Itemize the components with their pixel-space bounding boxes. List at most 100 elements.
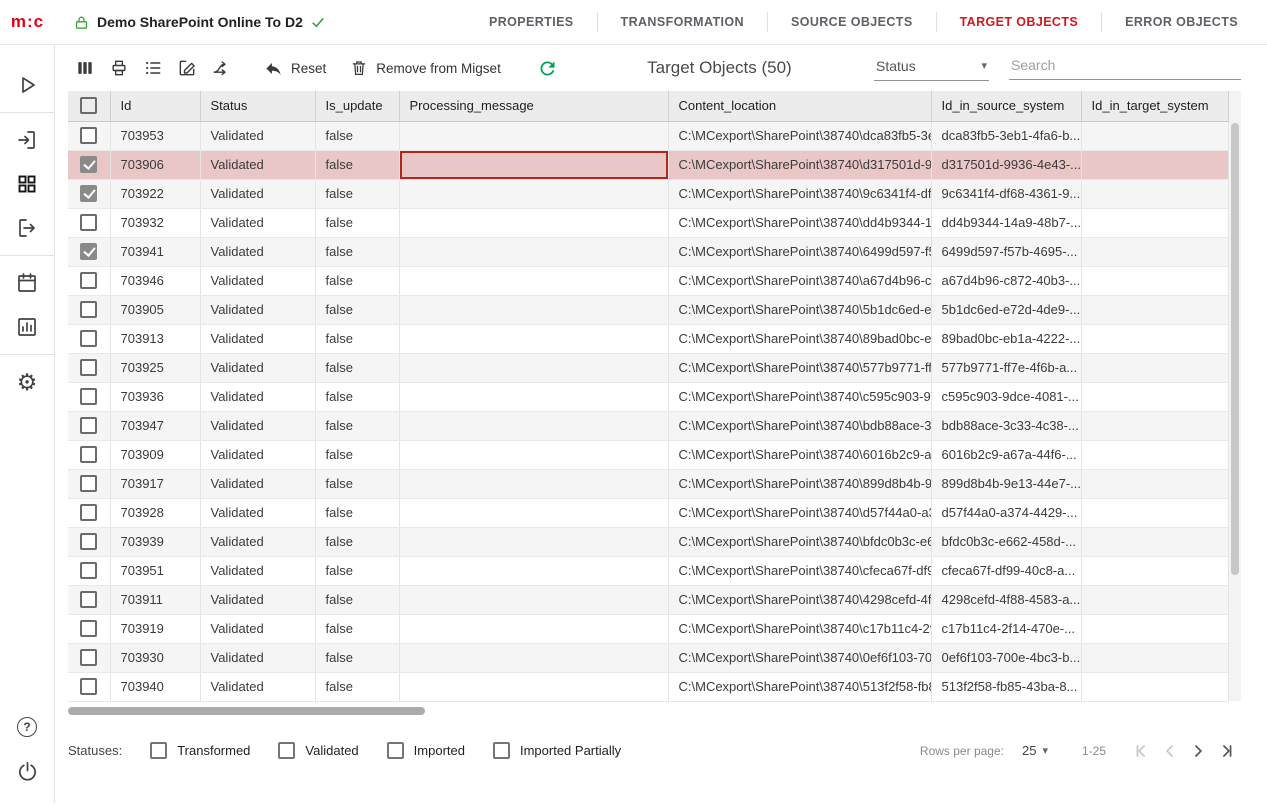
tab-target-objects[interactable]: TARGET OBJECTS <box>937 0 1102 44</box>
status-filter-imported-partially[interactable]: Imported Partially <box>493 742 621 759</box>
col-header-id-in-source-system[interactable]: Id_in_source_system <box>931 91 1081 121</box>
row-checkbox[interactable] <box>80 359 97 376</box>
table-row[interactable]: 703947 Validated false C:\MCexport\Share… <box>68 411 1228 440</box>
remove-from-migset-button[interactable]: Remove from Migset <box>338 59 513 77</box>
tab-properties[interactable]: PROPERTIES <box>466 0 597 44</box>
row-checkbox[interactable] <box>80 272 97 289</box>
cell-content-location: C:\MCexport\SharePoint\38740\cfeca67f-df… <box>668 556 931 585</box>
status-filter-checkbox[interactable] <box>150 742 167 759</box>
cell-id-in-target-system <box>1081 179 1228 208</box>
vertical-scrollbar-thumb[interactable] <box>1231 123 1239 575</box>
table-row[interactable]: 703911 Validated false C:\MCexport\Share… <box>68 585 1228 614</box>
tab-source-objects[interactable]: SOURCE OBJECTS <box>768 0 936 44</box>
table-row[interactable]: 703917 Validated false C:\MCexport\Share… <box>68 469 1228 498</box>
settings-icon[interactable]: ⚙ <box>0 360 54 404</box>
row-checkbox[interactable] <box>80 649 97 666</box>
status-filter-validated[interactable]: Validated <box>278 742 358 759</box>
rows-per-page-select[interactable]: 25 ▾ <box>1022 743 1048 758</box>
list-icon[interactable] <box>136 51 170 85</box>
row-checkbox[interactable] <box>80 533 97 550</box>
cell-content-location: C:\MCexport\SharePoint\38740\c595c903-9d… <box>668 382 931 411</box>
col-header-status[interactable]: Status <box>200 91 315 121</box>
help-icon[interactable]: ? <box>0 705 54 749</box>
branch-icon[interactable] <box>204 51 238 85</box>
tab-error-objects[interactable]: ERROR OBJECTS <box>1102 0 1261 44</box>
table-row[interactable]: 703936 Validated false C:\MCexport\Share… <box>68 382 1228 411</box>
row-checkbox[interactable] <box>80 156 97 173</box>
status-filter-transformed[interactable]: Transformed <box>150 742 250 759</box>
status-filter-checkbox[interactable] <box>387 742 404 759</box>
row-checkbox[interactable] <box>80 417 97 434</box>
sidebar-divider <box>0 255 54 256</box>
table-row[interactable]: 703922 Validated false C:\MCexport\Share… <box>68 179 1228 208</box>
edit-icon[interactable] <box>170 51 204 85</box>
horizontal-scrollbar-thumb[interactable] <box>68 707 425 715</box>
row-checkbox[interactable] <box>80 678 97 695</box>
row-checkbox[interactable] <box>80 591 97 608</box>
row-checkbox[interactable] <box>80 446 97 463</box>
status-filter-select[interactable]: Status ▾ <box>874 56 989 81</box>
grid-icon[interactable] <box>0 162 54 206</box>
status-filter-checkbox[interactable] <box>493 742 510 759</box>
refresh-button[interactable] <box>531 51 565 85</box>
table-row[interactable]: 703909 Validated false C:\MCexport\Share… <box>68 440 1228 469</box>
table-row[interactable]: 703939 Validated false C:\MCexport\Share… <box>68 527 1228 556</box>
last-page-button[interactable] <box>1212 737 1240 765</box>
row-checkbox[interactable] <box>80 620 97 637</box>
vertical-scrollbar[interactable] <box>1229 91 1241 701</box>
cell-id-in-target-system <box>1081 614 1228 643</box>
next-page-button[interactable] <box>1184 737 1212 765</box>
app-logo: m:c <box>0 12 55 32</box>
table-row[interactable]: 703928 Validated false C:\MCexport\Share… <box>68 498 1228 527</box>
power-icon[interactable] <box>0 749 54 793</box>
status-filter-imported[interactable]: Imported <box>387 742 465 759</box>
cell-is-update: false <box>315 150 399 179</box>
row-checkbox[interactable] <box>80 504 97 521</box>
col-header-id-in-target-system[interactable]: Id_in_target_system <box>1081 91 1228 121</box>
table-row[interactable]: 703919 Validated false C:\MCexport\Share… <box>68 614 1228 643</box>
table-row[interactable]: 703925 Validated false C:\MCexport\Share… <box>68 353 1228 382</box>
reset-button[interactable]: Reset <box>252 59 338 78</box>
col-header-is-update[interactable]: Is_update <box>315 91 399 121</box>
status-filter-checkbox[interactable] <box>278 742 295 759</box>
row-checkbox[interactable] <box>80 301 97 318</box>
table-row[interactable]: 703951 Validated false C:\MCexport\Share… <box>68 556 1228 585</box>
row-checkbox[interactable] <box>80 127 97 144</box>
table-row[interactable]: 703913 Validated false C:\MCexport\Share… <box>68 324 1228 353</box>
select-all-checkbox[interactable] <box>80 97 97 114</box>
row-checkbox[interactable] <box>80 243 97 260</box>
previous-page-button[interactable] <box>1156 737 1184 765</box>
table-row[interactable]: 703930 Validated false C:\MCexport\Share… <box>68 643 1228 672</box>
body-row: ⚙ ? <box>0 45 1267 803</box>
calendar-icon[interactable] <box>0 261 54 305</box>
cell-processing-message <box>399 556 668 585</box>
col-header-id[interactable]: Id <box>110 91 200 121</box>
tab-transformation[interactable]: TRANSFORMATION <box>598 0 767 44</box>
table-row[interactable]: 703905 Validated false C:\MCexport\Share… <box>68 295 1228 324</box>
col-header-content-location[interactable]: Content_location <box>668 91 931 121</box>
row-checkbox[interactable] <box>80 475 97 492</box>
table-row[interactable]: 703940 Validated false C:\MCexport\Share… <box>68 672 1228 701</box>
row-checkbox[interactable] <box>80 330 97 347</box>
table-row[interactable]: 703932 Validated false C:\MCexport\Share… <box>68 208 1228 237</box>
row-checkbox[interactable] <box>80 214 97 231</box>
print-icon[interactable] <box>102 51 136 85</box>
first-page-button[interactable] <box>1128 737 1156 765</box>
table-row[interactable]: 703953 Validated false C:\MCexport\Share… <box>68 121 1228 150</box>
horizontal-scrollbar[interactable] <box>68 706 1240 716</box>
col-header-processing-message[interactable]: Processing_message <box>399 91 668 121</box>
row-checkbox-cell <box>68 527 110 556</box>
run-icon[interactable] <box>0 63 54 107</box>
table-row[interactable]: 703946 Validated false C:\MCexport\Share… <box>68 266 1228 295</box>
table-row[interactable]: 703906 Validated false C:\MCexport\Share… <box>68 150 1228 179</box>
cell-id-in-source-system: 5b1dc6ed-e72d-4de9-... <box>931 295 1081 324</box>
row-checkbox[interactable] <box>80 388 97 405</box>
table-row[interactable]: 703941 Validated false C:\MCexport\Share… <box>68 237 1228 266</box>
columns-icon[interactable] <box>68 51 102 85</box>
logout-icon[interactable] <box>0 206 54 250</box>
import-icon[interactable] <box>0 118 54 162</box>
row-checkbox[interactable] <box>80 562 97 579</box>
row-checkbox[interactable] <box>80 185 97 202</box>
report-icon[interactable] <box>0 305 54 349</box>
search-input[interactable] <box>1009 56 1241 74</box>
